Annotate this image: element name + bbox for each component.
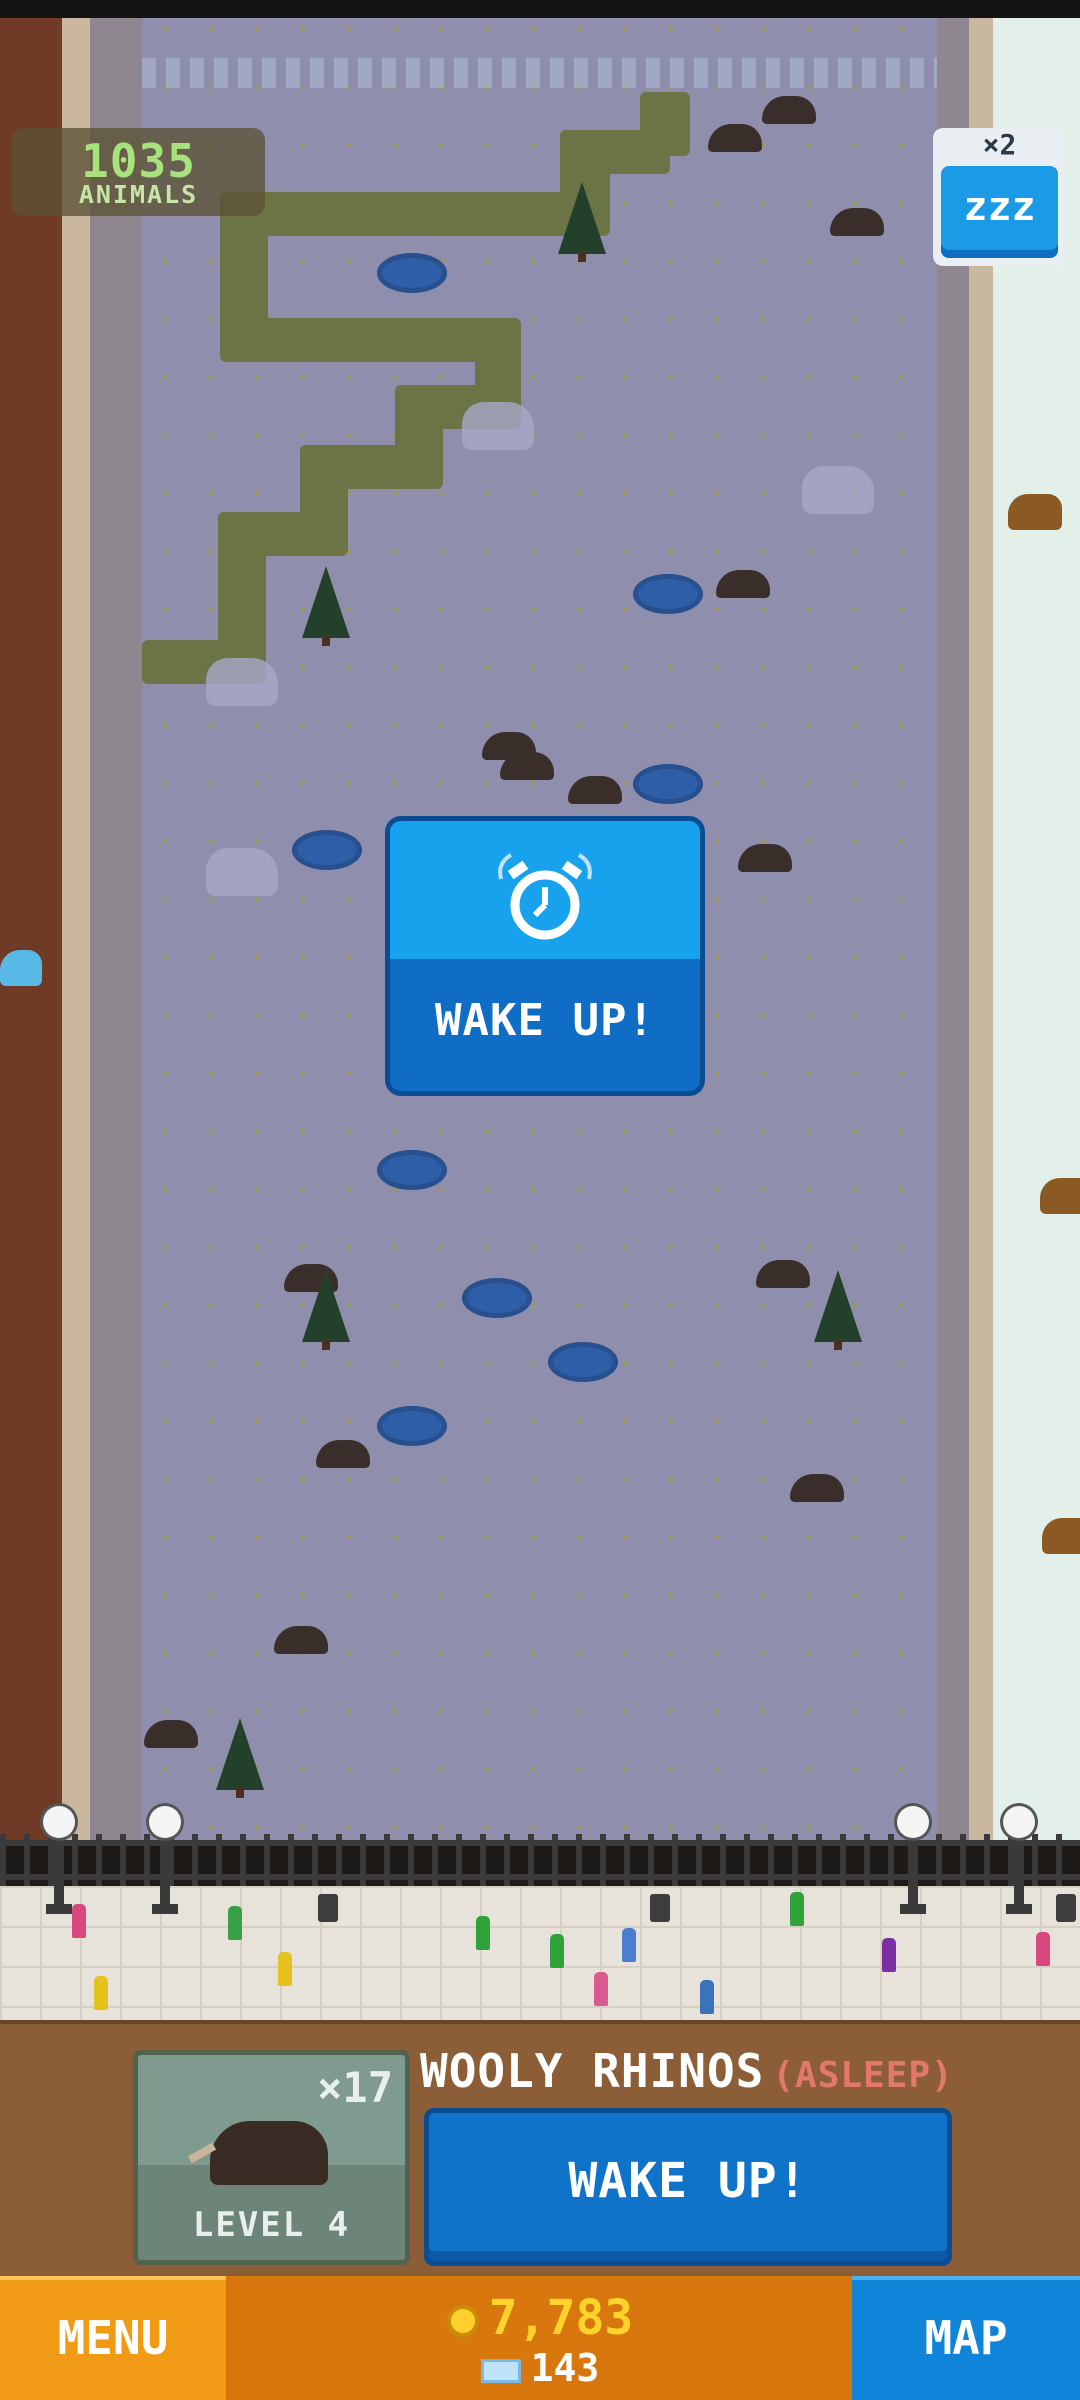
- visitor: [228, 1906, 242, 1940]
- wake-up-popup-button[interactable]: WAKE UP!: [385, 816, 705, 1096]
- trail-segment: [225, 192, 610, 236]
- right-stone-wall: [937, 0, 993, 1840]
- wake-up-popup-label: WAKE UP!: [435, 995, 655, 1046]
- faded-rhino: [802, 466, 874, 514]
- pine-tree: [302, 1270, 350, 1350]
- map-button[interactable]: MAP: [852, 2276, 1080, 2400]
- species-status: (ASLEEP): [772, 2055, 954, 2096]
- visitor: [622, 1928, 636, 1962]
- street-lamp: [1003, 1806, 1035, 1914]
- sleep-icon-text: zzz: [963, 184, 1036, 230]
- neighbor-animal[interactable]: [1042, 1518, 1080, 1554]
- faded-rhino: [206, 658, 278, 706]
- sleeping-rhino[interactable]: [708, 124, 762, 152]
- street-lamp: [149, 1806, 181, 1914]
- sleeping-rhino[interactable]: [762, 96, 816, 124]
- animal-counter: 1035 ANIMALS: [12, 128, 265, 216]
- species-card[interactable]: ×17 LEVEL 4: [133, 2050, 410, 2265]
- pine-tree: [216, 1718, 264, 1798]
- sleeping-rhino[interactable]: [274, 1626, 328, 1654]
- faded-rhino: [206, 848, 278, 896]
- sleeping-rhino[interactable]: [790, 1474, 844, 1502]
- trash-bin: [650, 1894, 670, 1922]
- left-stone-wall: [90, 0, 142, 1840]
- visitor: [594, 1972, 608, 2006]
- ice-pond: [633, 574, 703, 614]
- trash-bin: [1056, 1894, 1076, 1922]
- ice-edge: [142, 58, 937, 88]
- status-strip: [0, 0, 1080, 18]
- street-lamp: [897, 1806, 929, 1914]
- visitor: [72, 1904, 86, 1938]
- species-level: LEVEL 4: [192, 2205, 351, 2245]
- ice-pond: [377, 253, 447, 293]
- sleep-icon: zzz: [941, 166, 1058, 258]
- neighbor-animal[interactable]: [0, 950, 42, 986]
- coin-amount: 7,783: [488, 2290, 634, 2346]
- ice-pond: [633, 764, 703, 804]
- neighbor-snow-enclosure: [993, 0, 1080, 1840]
- sleeping-rhino[interactable]: [316, 1440, 370, 1468]
- sleep-speed-button[interactable]: ×2 zzz: [933, 128, 1066, 266]
- ice-pond: [377, 1406, 447, 1446]
- sleeping-rhino[interactable]: [716, 570, 770, 598]
- street-lamp: [43, 1806, 75, 1914]
- visitor: [94, 1976, 108, 2010]
- neighbor-animal[interactable]: [1008, 494, 1062, 530]
- visitor: [476, 1916, 490, 1950]
- visitor: [882, 1938, 896, 1972]
- visitor: [700, 1980, 714, 2014]
- ice-pond: [292, 830, 362, 870]
- sleeping-rhino[interactable]: [756, 1260, 810, 1288]
- sleeping-rhino[interactable]: [738, 844, 792, 872]
- neighbor-dirt-enclosure: [0, 0, 90, 1840]
- species-name: WOOLY RHINOS: [420, 2044, 765, 2098]
- sleeping-rhino[interactable]: [830, 208, 884, 236]
- gem-amount: 143: [530, 2346, 600, 2390]
- trash-bin: [318, 1894, 338, 1922]
- pine-tree: [302, 566, 350, 646]
- sleeping-rhino[interactable]: [144, 1720, 198, 1748]
- species-count: ×17: [317, 2063, 393, 2112]
- sleeping-rhino[interactable]: [500, 752, 554, 780]
- gem-icon: [480, 2358, 521, 2383]
- ice-pond: [377, 1150, 447, 1190]
- pine-tree: [558, 182, 606, 262]
- neighbor-animal[interactable]: [1040, 1178, 1080, 1214]
- ice-pond: [548, 1342, 618, 1382]
- visitor: [278, 1952, 292, 1986]
- wake-up-button[interactable]: WAKE UP!: [424, 2108, 952, 2266]
- menu-button[interactable]: MENU: [0, 2276, 226, 2400]
- coin-icon: [446, 2305, 479, 2337]
- pine-tree: [814, 1270, 862, 1350]
- speed-multiplier: ×2: [982, 128, 1017, 161]
- wooly-rhino-icon: [210, 2121, 328, 2185]
- alarm-clock-icon: [498, 853, 592, 940]
- visitor: [1036, 1932, 1050, 1966]
- visitor: [550, 1934, 564, 1968]
- animal-count-label: ANIMALS: [78, 180, 199, 209]
- ice-pond: [462, 1278, 532, 1318]
- sleeping-rhino[interactable]: [568, 776, 622, 804]
- coin-balance: 7,783: [232, 2290, 848, 2346]
- gem-balance: 143: [232, 2346, 848, 2390]
- visitor: [790, 1892, 804, 1926]
- species-title-row: WOOLY RHINOS (ASLEEP): [420, 2044, 1060, 2098]
- faded-rhino: [462, 402, 534, 450]
